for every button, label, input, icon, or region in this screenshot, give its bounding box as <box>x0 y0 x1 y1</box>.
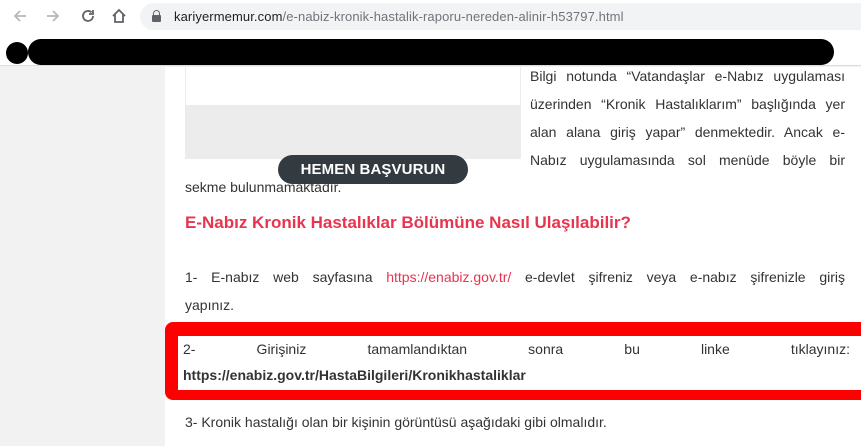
step-1-suffix: e-devlet şifreniz veya e-nabız şifrenizl… <box>511 269 845 285</box>
step-2-box: 2- Girişiniz tamamlandıktan sonra bu lin… <box>178 336 861 390</box>
url-text[interactable]: kariyermemur.com/e-nabiz-kronik-hastalik… <box>174 9 624 24</box>
enabiz-link[interactable]: https://enabiz.gov.tr/ <box>386 269 511 285</box>
page-viewport: HEMEN BAŞVURUN Bilgi notunda “Vatandaşla… <box>0 67 861 446</box>
intro-line: alan alana giriş yapar” denmektedir. Anc… <box>530 124 845 140</box>
step-3-paragraph: 3- Kronik hastalığı olan bir kişinin gör… <box>185 414 607 430</box>
home-icon[interactable] <box>107 4 131 28</box>
address-bar[interactable]: kariyermemur.com/e-nabiz-kronik-hastalik… <box>140 3 861 30</box>
url-path: /e-nabiz-kronik-hastalik-raporu-nereden-… <box>282 9 624 24</box>
intro-line: üzerinden “Kronik Hastalıklarım” başlığı… <box>530 96 845 112</box>
intro-paragraph: Bilgi notunda “Vatandaşlar e-Nabız uygul… <box>530 62 845 174</box>
step-1-line-2: yapınız. <box>185 297 235 313</box>
intro-continuation: sekme bulunmamaktadır. <box>185 179 342 195</box>
redaction-mark <box>6 42 28 64</box>
url-host: kariyermemur.com <box>174 9 283 24</box>
forward-arrow-icon[interactable] <box>41 4 65 28</box>
section-heading: E-Nabız Kronik Hastalıklar Bölümüne Nası… <box>185 213 631 232</box>
browser-toolbar: kariyermemur.com/e-nabiz-kronik-hastalik… <box>0 0 861 33</box>
reload-icon[interactable] <box>76 4 100 28</box>
intro-line: Nabız uygulamasında sol menüde böyle bir <box>530 152 845 168</box>
intro-line: Bilgi notunda “Vatandaşlar e-Nabız uygul… <box>530 68 845 84</box>
step-2-text: 2- Girişiniz tamamlandıktan sonra bu lin… <box>183 341 850 357</box>
highlight-annotation: 2- Girişiniz tamamlandıktan sonra bu lin… <box>165 322 861 400</box>
step-1-prefix: 1- E-nabız web sayfasına <box>185 269 387 285</box>
lock-icon <box>152 10 161 22</box>
back-arrow-icon[interactable] <box>8 4 32 28</box>
step-1-paragraph: 1- E-nabız web sayfasına https://enabiz.… <box>185 263 845 319</box>
ad-footer: HEMEN BAŞVURUN <box>185 105 521 184</box>
kronik-hastaliklar-link[interactable]: https://enabiz.gov.tr/HastaBilgileri/Kro… <box>183 364 526 386</box>
